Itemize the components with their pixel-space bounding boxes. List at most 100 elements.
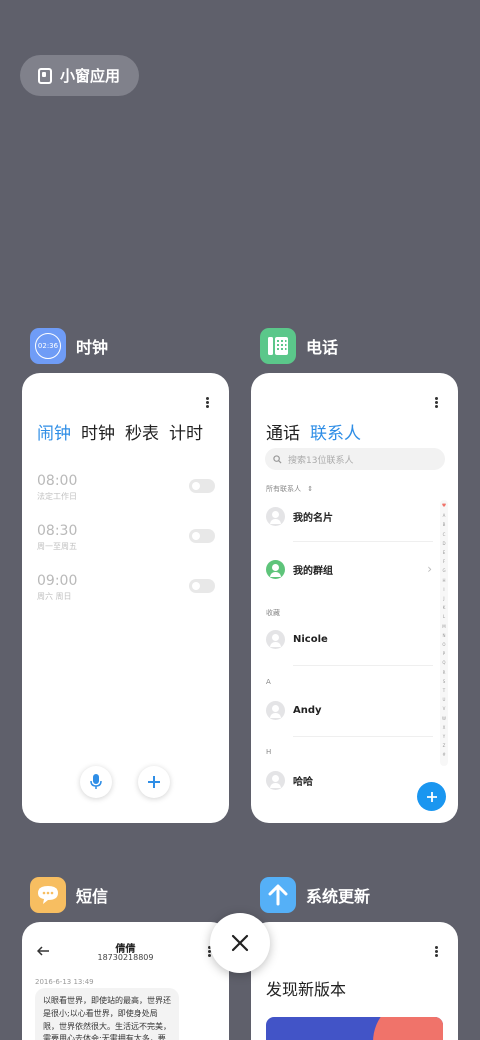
index-letter[interactable]: A — [443, 511, 446, 520]
tab-clock[interactable]: 时钟 — [81, 419, 115, 444]
index-letter[interactable]: O — [442, 640, 445, 649]
index-letter[interactable]: N — [443, 631, 446, 640]
sort-icon: ⇕ — [307, 485, 314, 493]
contact-name: 哈哈 — [293, 776, 313, 788]
index-letter[interactable]: C — [443, 530, 446, 539]
index-letter[interactable]: W — [442, 714, 446, 723]
section-header: A — [266, 678, 271, 686]
index-letter[interactable]: Y — [443, 732, 445, 741]
message-bubble: 以眼看世界，即使站的最高，世界还是很小;以心看世界，即使身处局限，世界依然很大。… — [35, 988, 179, 1040]
alarm-repeat: 周六 周日 — [37, 592, 72, 601]
contact-name: Andy — [293, 704, 322, 716]
conversation-contact-number: 18730218809 — [97, 953, 154, 962]
group-icon — [266, 559, 285, 579]
alarm-item[interactable]: 08:00 法定工作日 — [37, 473, 215, 502]
clock-app-header[interactable]: 02:36 时钟 — [30, 328, 108, 364]
alarm-item[interactable]: 08:30 周一至周五 — [37, 523, 215, 552]
plus-icon — [148, 776, 160, 788]
tab-stopwatch[interactable]: 秒表 — [125, 419, 159, 444]
index-letter[interactable]: I — [443, 585, 444, 594]
index-letter[interactable]: V — [443, 704, 446, 713]
index-letter[interactable]: X — [443, 723, 446, 732]
alarm-toggle[interactable] — [189, 479, 215, 493]
alarm-item[interactable]: 09:00 周六 周日 — [37, 573, 215, 602]
contact-row[interactable]: 哈哈 — [266, 770, 432, 790]
contact-row[interactable]: Nicole — [266, 629, 432, 649]
avatar — [266, 506, 285, 526]
index-letter[interactable]: D — [442, 539, 445, 548]
message-icon — [30, 877, 66, 913]
update-title: 发现新版本 — [266, 980, 347, 999]
my-groups-row[interactable]: 我的群组 › — [266, 559, 432, 579]
avatar — [266, 770, 285, 790]
tab-calls[interactable]: 通话 — [266, 419, 300, 444]
favorites-label: 收藏 — [266, 609, 280, 617]
update-banner-image — [266, 1017, 443, 1040]
index-letter[interactable]: H — [442, 576, 445, 585]
message-timestamp: 2016-6-13 13:49 — [35, 978, 94, 986]
phone-icon — [260, 328, 296, 364]
index-letter[interactable]: S — [443, 677, 446, 686]
more-options-icon[interactable] — [206, 397, 209, 408]
floating-window-button[interactable]: 小窗应用 — [20, 55, 139, 96]
phone-tabs: 通话 联系人 — [266, 419, 361, 444]
my-card-row[interactable]: 我的名片 — [266, 506, 432, 526]
favorites-heart-icon: ♥ — [441, 503, 447, 509]
sms-app-card[interactable]: 倩倩 18730218809 2016-6-13 13:49 以眼看世界，即使站… — [22, 922, 229, 1040]
clock-app-card[interactable]: 闹钟 时钟 秒表 计时 08:00 法定工作日 08:30 周一至周五 09:0… — [22, 373, 229, 823]
index-letter[interactable]: J — [443, 594, 444, 603]
divider — [293, 736, 433, 737]
add-contact-button[interactable] — [417, 782, 446, 811]
tab-timer[interactable]: 计时 — [169, 419, 203, 444]
add-alarm-button[interactable] — [138, 766, 170, 798]
index-letter[interactable]: G — [442, 566, 445, 575]
contact-row[interactable]: Andy — [266, 700, 432, 720]
tab-alarm[interactable]: 闹钟 — [37, 419, 71, 444]
index-letter[interactable]: # — [442, 750, 445, 759]
avatar — [266, 700, 285, 720]
all-contacts-filter[interactable]: 所有联系人 ⇕ — [266, 484, 313, 494]
alarm-toggle[interactable] — [189, 529, 215, 543]
index-letter[interactable]: U — [443, 695, 446, 704]
alarm-toggle[interactable] — [189, 579, 215, 593]
index-letter[interactable]: Z — [443, 741, 446, 750]
tab-contacts[interactable]: 联系人 — [310, 419, 361, 444]
clear-all-button[interactable] — [210, 913, 270, 973]
sms-app-name: 短信 — [76, 887, 109, 906]
voice-alarm-button[interactable] — [80, 766, 112, 798]
divider — [293, 665, 433, 666]
index-letter[interactable]: P — [443, 649, 445, 658]
avatar — [266, 629, 285, 649]
sms-app-header[interactable]: 短信 — [30, 877, 108, 913]
alphabet-index[interactable]: ♥ A B C D E F G H I J K L M N O P Q R S T U V W X Y Z # — [440, 500, 448, 766]
my-groups-label: 我的群组 — [293, 565, 333, 577]
plus-icon — [426, 791, 437, 802]
alarm-repeat: 法定工作日 — [37, 492, 77, 501]
phone-app-header[interactable]: 电话 — [260, 328, 338, 364]
phone-app-card[interactable]: 通话 联系人 搜索13位联系人 所有联系人 ⇕ 我的名片 我的群组 › 收藏 N… — [251, 373, 458, 823]
clock-icon-time: 02:36 — [37, 342, 59, 350]
index-letter[interactable]: E — [443, 548, 446, 557]
phone-app-name: 电话 — [306, 338, 339, 357]
update-app-card[interactable]: 发现新版本 — [251, 922, 458, 1040]
index-letter[interactable]: T — [443, 686, 445, 695]
contact-search-input[interactable]: 搜索13位联系人 — [265, 448, 445, 470]
index-letter[interactable]: B — [443, 520, 446, 529]
index-letter[interactable]: K — [443, 603, 446, 612]
update-app-header[interactable]: 系统更新 — [260, 877, 370, 913]
clock-app-name: 时钟 — [76, 338, 109, 357]
index-letter[interactable]: M — [442, 622, 445, 631]
index-letter[interactable]: Q — [442, 658, 445, 667]
update-app-name: 系统更新 — [306, 887, 371, 906]
update-arrow-icon — [260, 877, 296, 913]
index-letter[interactable]: L — [443, 612, 445, 621]
clock-tabs: 闹钟 时钟 秒表 计时 — [37, 419, 203, 444]
index-letter[interactable]: F — [443, 557, 445, 566]
my-card-label: 我的名片 — [293, 512, 333, 524]
more-options-icon[interactable] — [435, 946, 438, 957]
index-letter[interactable]: R — [443, 668, 446, 677]
chevron-right-icon: › — [427, 562, 432, 576]
more-options-icon[interactable] — [435, 397, 438, 408]
all-contacts-label: 所有联系人 — [266, 485, 301, 493]
floating-window-icon — [38, 67, 52, 84]
